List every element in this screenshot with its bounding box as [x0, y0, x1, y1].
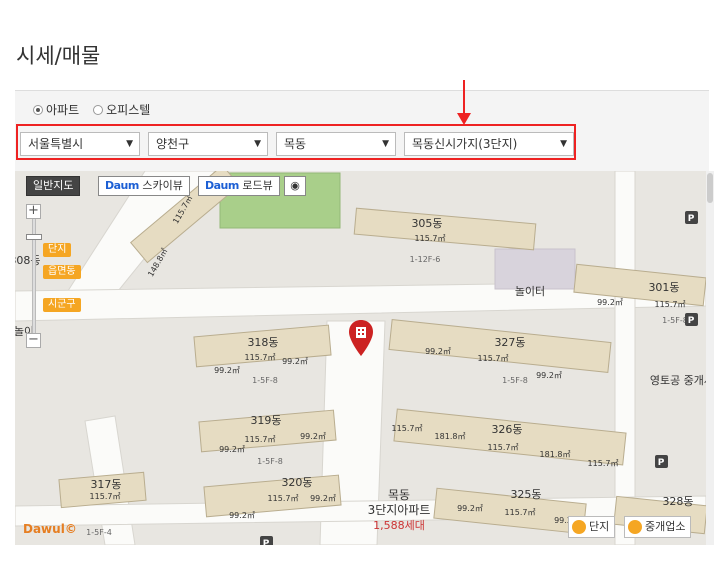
select-complex[interactable]: 목동신시가지(3단지) ▼ [404, 132, 574, 156]
svg-text:99.2㎡: 99.2㎡ [214, 366, 240, 375]
svg-text:99.2㎡: 99.2㎡ [229, 511, 255, 520]
bldg-319: 319동 [250, 414, 281, 427]
svg-text:115.7㎡: 115.7㎡ [588, 459, 619, 468]
svg-text:99.2㎡: 99.2㎡ [457, 504, 483, 513]
svg-text:99.2㎡: 99.2㎡ [310, 494, 336, 503]
normal-map-button[interactable]: 일반지도 [26, 176, 81, 196]
danji-icon [572, 520, 586, 534]
realtor-label: 영토공 중개사사 [650, 374, 706, 387]
svg-text:99.2㎡: 99.2㎡ [219, 445, 245, 454]
realtor-icon [628, 520, 642, 534]
svg-text:115.7㎡: 115.7㎡ [245, 353, 276, 362]
daum-logo-icon: Daum [205, 179, 239, 192]
radio-officetel[interactable]: 오피스텔 [93, 101, 150, 118]
select-city[interactable]: 서울특별시 ▼ [20, 132, 140, 156]
zoom-out-icon[interactable]: − [26, 333, 41, 348]
svg-text:115.7㎡: 115.7㎡ [90, 492, 121, 501]
svg-text:99.2㎡: 99.2㎡ [282, 357, 308, 366]
roadview-button[interactable]: Daum 로드뷰 [198, 176, 280, 196]
svg-text:115.7㎡: 115.7㎡ [478, 354, 509, 363]
svg-text:1-12F-6: 1-12F-6 [410, 255, 441, 264]
zoom-in-icon[interactable]: + [26, 204, 41, 219]
radio-apartment[interactable]: 아파트 [33, 101, 79, 118]
svg-text:115.7㎡: 115.7㎡ [392, 424, 423, 433]
zoom-tag-danji[interactable]: 단지 [43, 243, 72, 257]
roadview-target-icon[interactable]: ◉ [284, 176, 306, 196]
bldg-326: 326동 [491, 423, 522, 436]
svg-text:P: P [658, 458, 665, 468]
zoom-handle[interactable] [26, 234, 42, 240]
legend-danji[interactable]: 단지 [568, 516, 616, 538]
select-dong[interactable]: 목동 ▼ [276, 132, 396, 156]
daum-logo-icon: Daum [105, 179, 139, 192]
bldg-308: 308동 [15, 254, 41, 267]
svg-text:99.2㎡: 99.2㎡ [536, 371, 562, 380]
svg-text:115.7㎡: 115.7㎡ [415, 234, 446, 243]
dropdown-arrow-icon: ▼ [126, 139, 133, 149]
page-title: 시세/매물 [16, 44, 101, 68]
legend-realtor[interactable]: 중개업소 [624, 516, 692, 538]
dropdown-arrow-icon: ▼ [382, 139, 389, 149]
bldg-318: 318동 [247, 336, 278, 349]
bldg-327: 327동 [494, 336, 525, 349]
svg-text:115.7㎡: 115.7㎡ [505, 508, 536, 517]
svg-text:181.8㎡: 181.8㎡ [540, 450, 571, 459]
dropdown-arrow-icon: ▼ [560, 139, 567, 149]
svg-text:P: P [263, 539, 270, 545]
playground-label: 놀이터 [515, 285, 545, 298]
bldg-317: 317동 [90, 478, 121, 491]
complex-sub: 3단지아파트 [368, 503, 431, 517]
complex-name: 목동 [388, 488, 410, 502]
select-district[interactable]: 양천구 ▼ [148, 132, 268, 156]
annotation-arrow [463, 80, 465, 116]
svg-text:115.7㎡: 115.7㎡ [488, 443, 519, 452]
zoom-tag-sigungu[interactable]: 시군구 [43, 298, 81, 312]
svg-text:1-5F-8: 1-5F-8 [252, 376, 278, 385]
bldg-325: 325동 [510, 488, 541, 501]
property-type-radios: 아파트 오피스텔 [33, 101, 150, 118]
svg-text:P: P [688, 214, 695, 224]
svg-text:99.2㎡: 99.2㎡ [597, 298, 623, 307]
svg-text:1-5F-8: 1-5F-8 [257, 457, 283, 466]
scrollbar[interactable] [706, 171, 714, 545]
svg-text:99.2㎡: 99.2㎡ [425, 347, 451, 356]
zoom-tag-eupmyeondong[interactable]: 읍면동 [43, 265, 81, 279]
svg-text:115.7㎡: 115.7㎡ [268, 494, 299, 503]
svg-text:1-5F-8: 1-5F-8 [502, 376, 528, 385]
svg-text:181.8㎡: 181.8㎡ [435, 432, 466, 441]
svg-text:115.7㎡: 115.7㎡ [245, 435, 276, 444]
map-credit: Dawul© [23, 522, 77, 536]
radio-dot-icon [93, 104, 104, 115]
svg-text:1-5F-8: 1-5F-8 [662, 316, 688, 325]
radio-dot-icon [33, 104, 43, 115]
svg-text:1-5F-4: 1-5F-4 [86, 528, 112, 537]
bldg-305: 305동 [411, 217, 442, 230]
scrollbar-thumb[interactable] [707, 173, 713, 203]
skyview-button[interactable]: Daum 스카이뷰 [98, 176, 190, 196]
bldg-320: 320동 [281, 476, 312, 489]
svg-text:99.2㎡: 99.2㎡ [300, 432, 326, 441]
svg-text:P: P [688, 316, 695, 326]
svg-text:115.7㎡: 115.7㎡ [655, 300, 686, 309]
bldg-328: 328동 [662, 495, 693, 508]
bldg-301: 301동 [648, 281, 679, 294]
households-label: 1,588세대 [373, 519, 425, 532]
dropdown-arrow-icon: ▼ [254, 139, 261, 149]
location-pin-icon[interactable] [349, 320, 373, 360]
